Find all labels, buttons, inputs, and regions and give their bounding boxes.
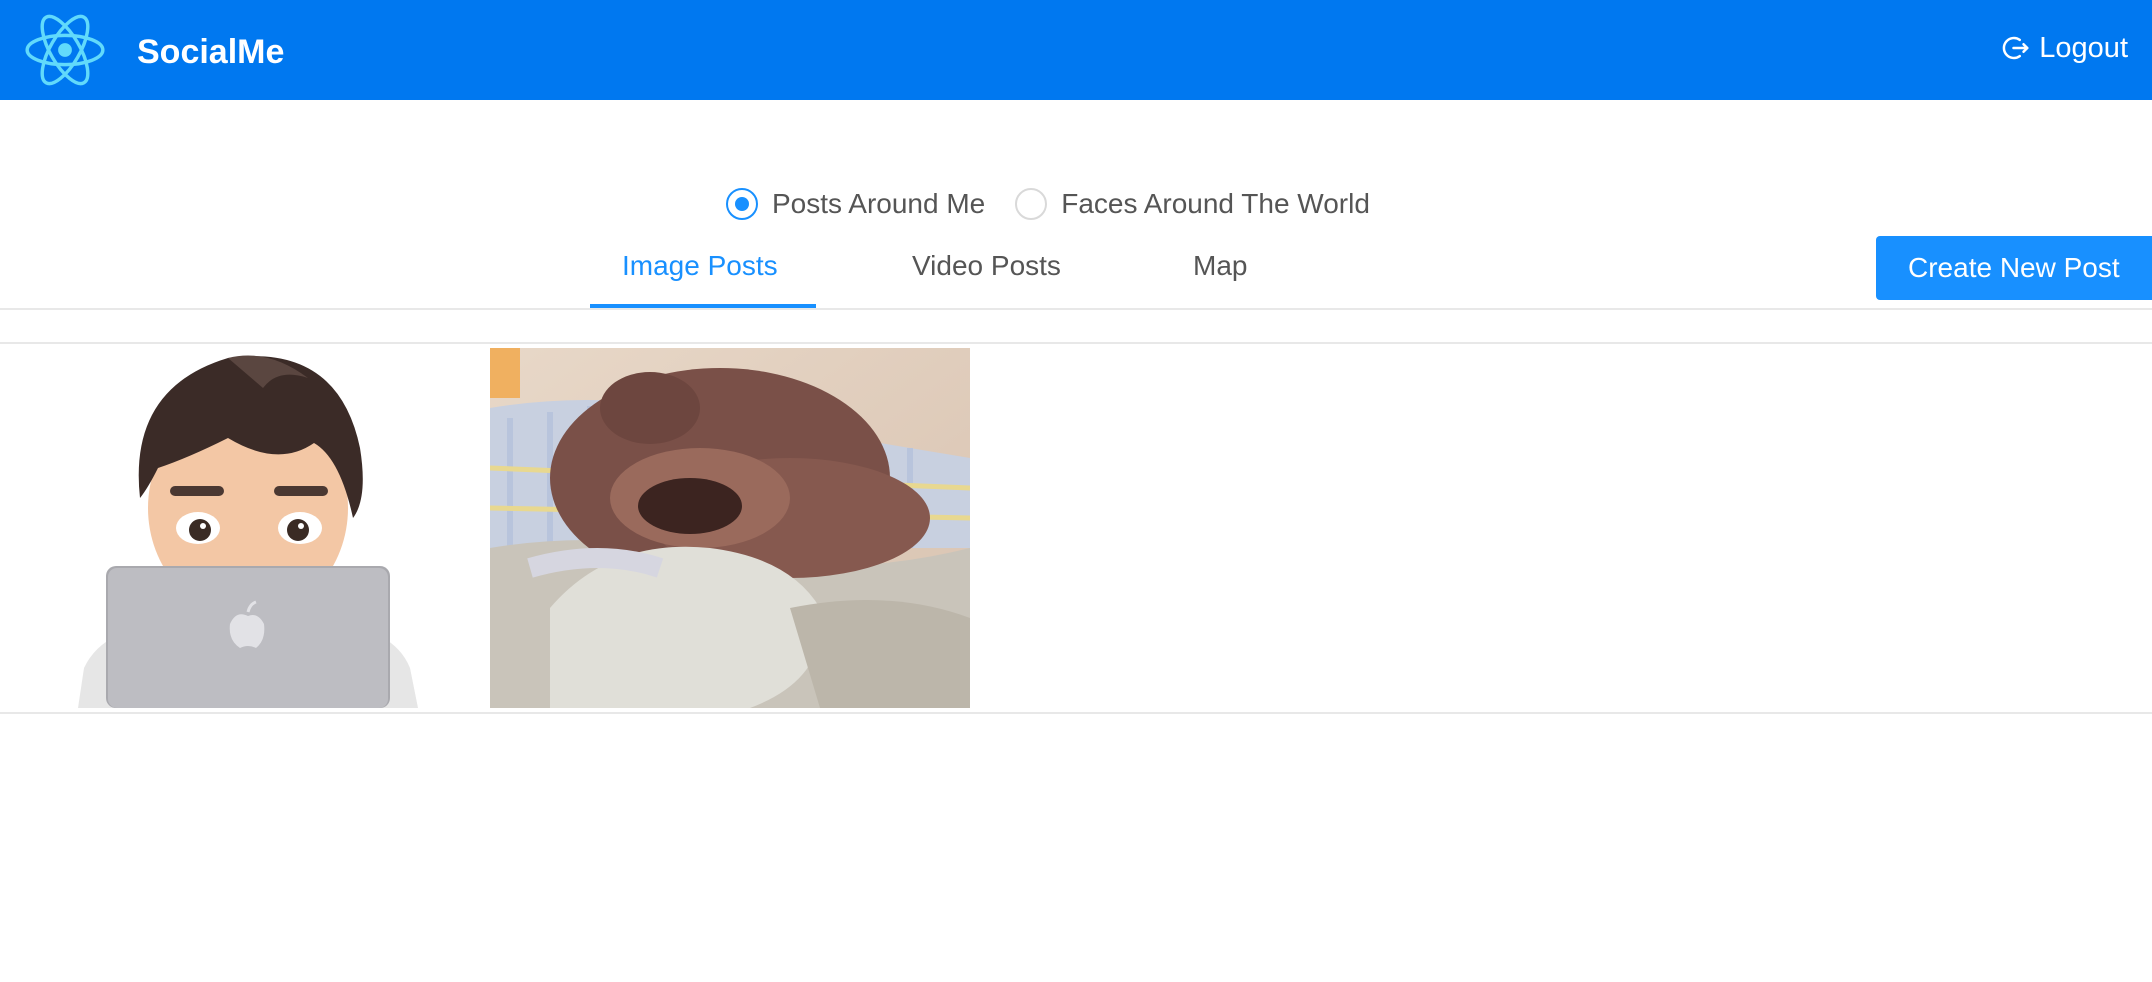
post-type-tabs: Image Posts Video Posts Map	[0, 232, 2152, 310]
teddy-bear-photo	[490, 348, 970, 708]
radio-label: Faces Around The World	[1061, 188, 1370, 219]
logout-button[interactable]: Logout	[2001, 28, 2128, 68]
post-scope-radio-group: Posts Around Me Faces Around The World	[726, 184, 1400, 224]
radio-checked-icon	[726, 188, 758, 220]
logout-label: Logout	[2039, 31, 2128, 64]
memoji-avatar-image	[78, 348, 418, 708]
top-nav-bar: SocialMe Logout	[0, 0, 2152, 100]
logout-icon	[2003, 36, 2029, 60]
gallery-image-teddy-bear[interactable]	[490, 348, 970, 708]
gallery-bottom-divider	[0, 712, 2152, 714]
tab-image-posts[interactable]: Image Posts	[622, 250, 778, 308]
tab-map[interactable]: Map	[1193, 250, 1247, 308]
radio-label: Posts Around Me	[772, 188, 986, 219]
create-new-post-button[interactable]: Create New Post	[1876, 236, 2152, 300]
radio-posts-around-me[interactable]: Posts Around Me	[726, 188, 985, 220]
radio-unchecked-icon	[1015, 188, 1048, 220]
gallery-top-divider	[0, 342, 2152, 344]
tab-video-posts[interactable]: Video Posts	[912, 250, 1061, 308]
app-title: SocialMe	[137, 33, 285, 71]
radio-faces-around-the-world[interactable]: Faces Around The World	[1015, 188, 1370, 220]
active-tab-indicator	[590, 304, 816, 308]
gallery-image-avatar[interactable]	[78, 348, 418, 708]
react-atom-icon[interactable]	[22, 7, 108, 93]
